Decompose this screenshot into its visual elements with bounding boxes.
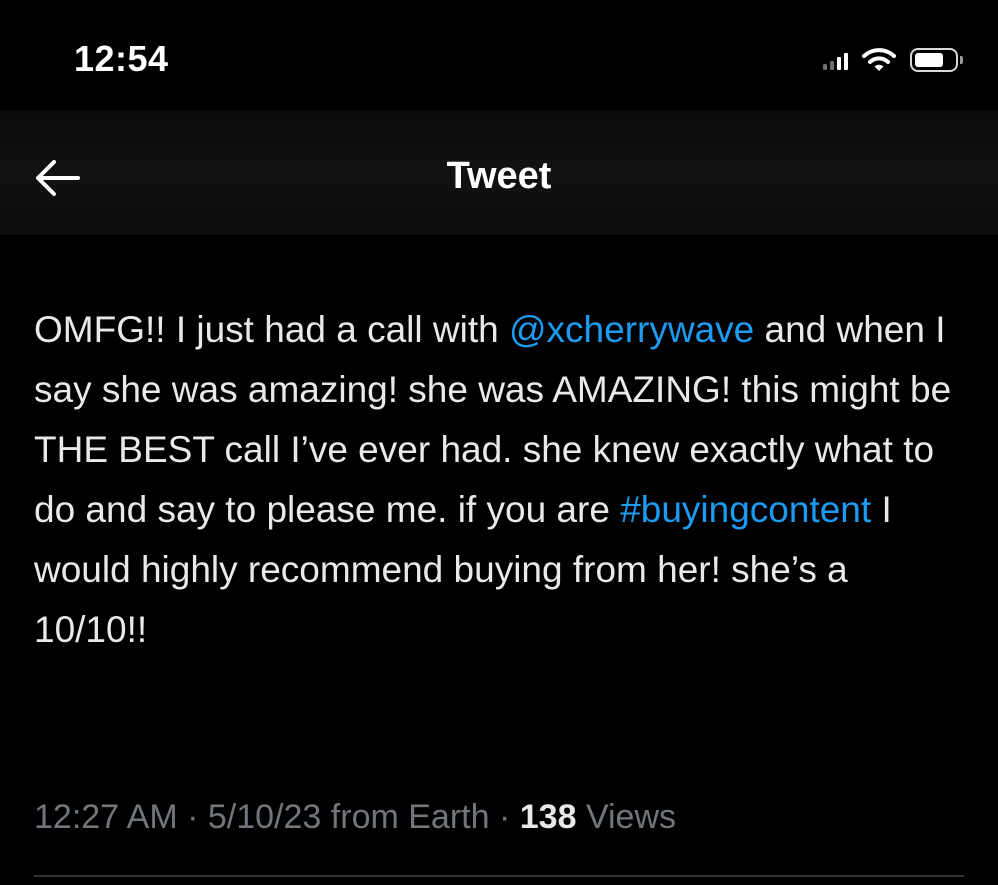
tweet-text-part: OMFG!! I just had a call with [34, 309, 509, 350]
wifi-icon [862, 48, 896, 71]
meta-separator: · [187, 798, 199, 836]
battery-icon [910, 48, 963, 72]
views-count[interactable]: 138 [520, 798, 577, 836]
divider [34, 875, 964, 877]
meta-separator: · [498, 798, 511, 836]
views-label: Views [585, 798, 677, 836]
mention-link[interactable]: @xcherrywave [509, 309, 754, 350]
hashtag-link[interactable]: #buyingcontent [620, 489, 871, 530]
tweet-meta: 12:27 AM · 5/10/23 from Earth · 138 View… [34, 798, 676, 837]
status-bar: 12:54 [0, 0, 998, 110]
status-time: 12:54 [74, 38, 169, 79]
cellular-signal-icon [823, 50, 848, 70]
tweet-time[interactable]: 12:27 AM [34, 798, 178, 836]
tweet-source: from Earth [330, 798, 490, 836]
status-icons [823, 40, 963, 80]
tweet-date[interactable]: 5/10/23 [208, 798, 321, 836]
tweet-text: OMFG!! I just had a call with @xcherrywa… [34, 300, 954, 660]
page-title: Tweet [446, 155, 552, 197]
header-bar: Tweet [0, 110, 998, 235]
